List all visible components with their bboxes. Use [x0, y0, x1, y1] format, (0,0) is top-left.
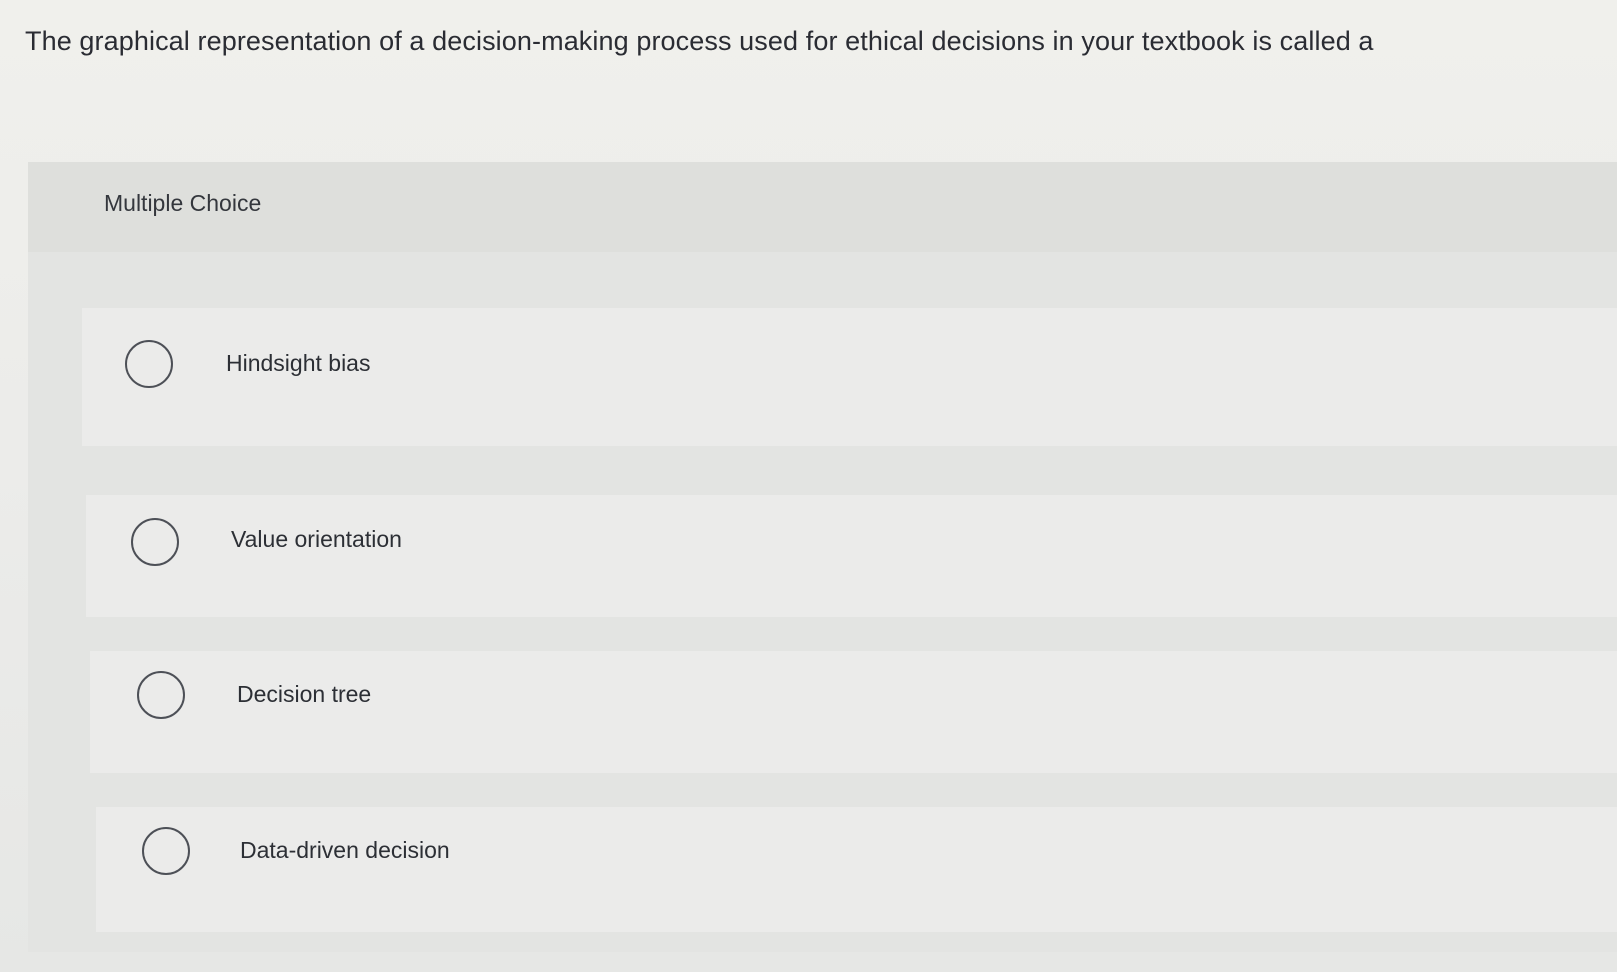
option-label[interactable]: Hindsight bias: [226, 350, 370, 377]
option-label[interactable]: Value orientation: [231, 526, 402, 553]
answer-option-decision-tree[interactable]: Decision tree: [90, 651, 1617, 773]
answer-option-value-orientation[interactable]: Value orientation: [86, 495, 1617, 617]
answer-option-hindsight-bias[interactable]: Hindsight bias: [82, 308, 1617, 446]
radio-button[interactable]: [142, 827, 190, 875]
radio-button[interactable]: [131, 518, 179, 566]
question-type-label: Multiple Choice: [104, 190, 262, 216]
question-text: The graphical representation of a decisi…: [25, 26, 1374, 56]
option-label[interactable]: Decision tree: [237, 681, 371, 708]
multiple-choice-panel: Multiple Choice Hindsight bias Value ori…: [28, 162, 1617, 952]
radio-button[interactable]: [137, 671, 185, 719]
answer-option-data-driven-decision[interactable]: Data-driven decision: [96, 807, 1617, 932]
panel-header: Multiple Choice: [28, 162, 1617, 252]
option-label[interactable]: Data-driven decision: [240, 837, 450, 864]
radio-button[interactable]: [125, 340, 173, 388]
